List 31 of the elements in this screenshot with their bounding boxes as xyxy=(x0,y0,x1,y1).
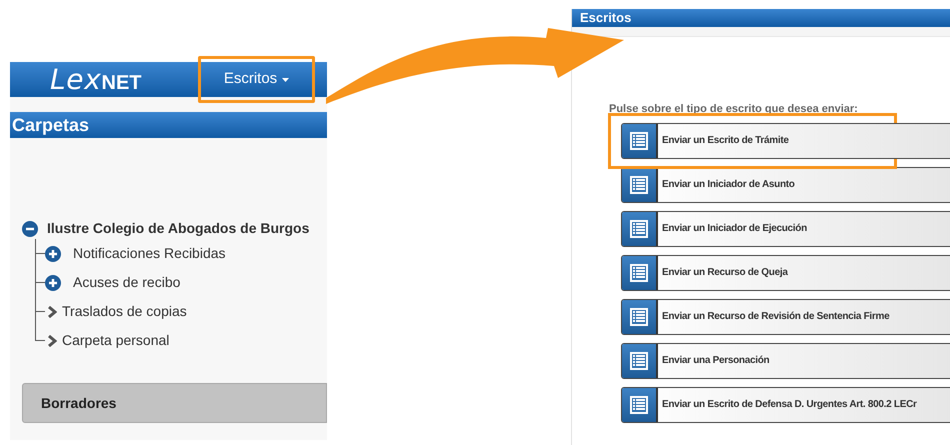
plus-circle-icon[interactable] xyxy=(45,274,61,290)
list-icon xyxy=(629,130,649,150)
logo: LexNET xyxy=(50,66,142,94)
section-title-bar: Carpetas xyxy=(10,112,327,138)
tree-item[interactable]: Acuses de recibo xyxy=(73,272,180,293)
title-bar: Escritos xyxy=(572,9,950,27)
minus-circle-icon[interactable] xyxy=(22,220,38,236)
plus-circle-icon[interactable] xyxy=(45,246,61,262)
tree-item[interactable]: Traslados de copias xyxy=(62,301,187,322)
option-button[interactable]: Enviar un Iniciador de Ejecución xyxy=(621,210,950,246)
tree-item[interactable]: Carpeta personal xyxy=(62,330,170,351)
chevron-icon[interactable] xyxy=(48,306,57,318)
list-icon xyxy=(629,174,649,194)
list-icon xyxy=(629,394,649,414)
option-button[interactable]: Enviar un Escrito de Defensa D. Urgentes Art. 800.2 LECr xyxy=(621,386,950,422)
list-icon xyxy=(629,350,649,370)
drafts-bar[interactable]: Borradores xyxy=(22,383,327,423)
option-button[interactable]: Enviar un Iniciador de Asunto xyxy=(621,166,950,202)
option-button[interactable]: Enviar un Recurso de Revisión de Sentencia Firme xyxy=(621,298,950,334)
caret-icon xyxy=(282,78,290,82)
tree-item[interactable]: Notificaciones Recibidas xyxy=(73,243,226,264)
option-button[interactable]: Enviar un Recurso de Queja xyxy=(621,254,950,290)
instruction-text: Pulse sobre el tipo de escrito que desea enviar: xyxy=(609,102,859,117)
escritos-nav-button[interactable]: Escritos xyxy=(198,56,315,103)
list-icon xyxy=(629,262,649,282)
chevron-icon[interactable] xyxy=(48,334,57,346)
option-button[interactable]: Enviar una Personación xyxy=(621,342,950,378)
list-icon xyxy=(629,306,649,326)
option-button[interactable]: Enviar un Escrito de Trámite xyxy=(621,122,950,158)
tree-item[interactable]: Ilustre Colegio de Abogados de Burgos xyxy=(47,218,310,239)
list-icon xyxy=(629,218,649,238)
